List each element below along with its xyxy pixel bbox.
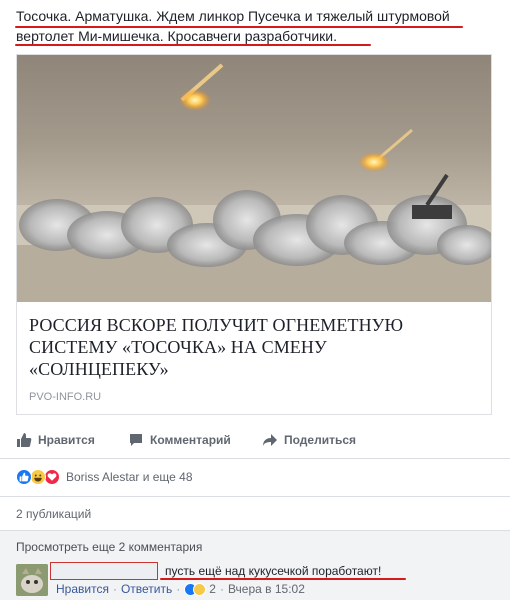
share-label: Поделиться: [284, 433, 357, 447]
view-more-comments-link[interactable]: Просмотреть еще 2 комментария: [16, 540, 202, 554]
share-button[interactable]: Поделиться: [262, 432, 356, 448]
link-preview-image[interactable]: [17, 55, 491, 302]
share-icon: [262, 432, 278, 448]
annotation-underline: [160, 578, 406, 580]
comment-timestamp[interactable]: Вчера в 15:02: [228, 582, 305, 596]
comment-reaction-count[interactable]: 2: [209, 582, 216, 596]
reactions-names[interactable]: Boriss Alestar и еще 48: [66, 470, 193, 484]
link-preview-domain: PVO-INFO.RU: [29, 391, 102, 403]
avatar[interactable]: [16, 564, 48, 596]
divider: [0, 496, 510, 497]
love-icon: [44, 469, 60, 485]
comment-text: пусть ещё над кукусечкой поработают!: [165, 564, 382, 578]
link-preview-card[interactable]: РОССИЯ ВСКОРЕ ПОЛУЧИТ ОГНЕМЕТНУЮ СИСТЕМУ…: [16, 54, 492, 415]
separator-dot: ·: [219, 582, 224, 596]
haha-icon: [30, 469, 46, 485]
comment-author-redacted: [50, 562, 158, 580]
comment-icon: [128, 432, 144, 448]
post-action-bar: Нравится Комментарий Поделиться: [16, 428, 492, 454]
thumbs-up-icon: [16, 432, 32, 448]
comment-like-link[interactable]: Нравится: [56, 582, 109, 596]
comment-button[interactable]: Комментарий: [128, 432, 231, 448]
link-preview-title[interactable]: РОССИЯ ВСКОРЕ ПОЛУЧИТ ОГНЕМЕТНУЮ СИСТЕМУ…: [29, 314, 469, 380]
annotation-underline: [15, 26, 463, 28]
like-label: Нравится: [38, 433, 95, 447]
divider: [0, 458, 510, 459]
annotation-underline: [15, 44, 371, 46]
comment-reply-link[interactable]: Ответить: [121, 582, 172, 596]
reactions-summary[interactable]: Boriss Alestar и еще 48: [16, 468, 193, 486]
comment-label: Комментарий: [150, 433, 231, 447]
shares-count[interactable]: 2 публикаций: [16, 507, 91, 521]
divider: [0, 530, 510, 531]
haha-icon: [193, 582, 207, 596]
like-icon: [16, 469, 32, 485]
like-button[interactable]: Нравится: [16, 432, 95, 448]
separator-dot: ·: [112, 582, 117, 596]
rocket-launch-photo: [17, 55, 491, 302]
separator-dot: ·: [176, 582, 181, 596]
comment-meta: Нравится · Ответить · 2 · Вчера в 15:02: [56, 582, 305, 596]
